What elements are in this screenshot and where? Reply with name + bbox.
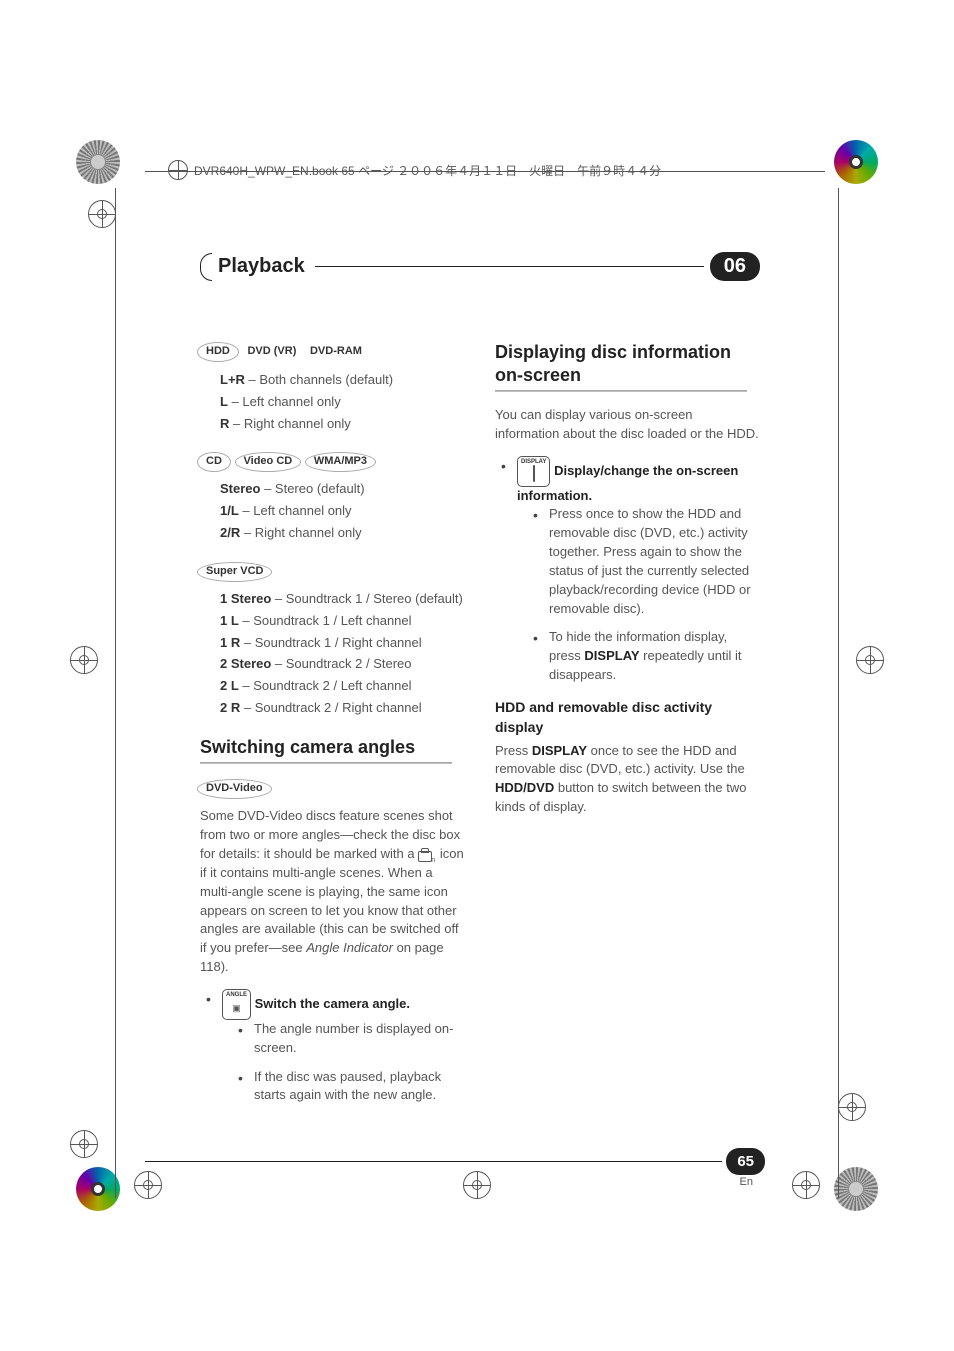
registration-mark [88,200,116,228]
chapter-number: 06 [710,252,760,281]
media-badge: DVD-RAM [308,343,364,361]
media-badge-group: CD Video CD WMA/MP3 [200,451,465,470]
disc-activity-paragraph: Press DISPLAY once to see the HDD and re… [495,742,760,817]
page-number: 65 [726,1148,765,1175]
media-badge: WMA/MP3 [308,454,373,470]
step-title: Switch the camera angle. [255,996,410,1011]
camera-glyph-icon: ▣ [232,1003,241,1013]
display-button-icon: DISPLAY [517,456,550,487]
option-list: L+R – Both channels (default) L – Left c… [200,371,465,434]
page-lang: En [740,1176,753,1188]
section-rule [200,762,452,764]
registration-mark [856,646,884,674]
printer-radial-mark [76,140,120,184]
media-badge: DVD (VR) [245,343,298,361]
media-badge: Super VCD [200,564,269,580]
printer-color-mark [834,140,878,184]
sub-bullet: To hide the information display, press D… [531,628,760,685]
step-title: Display/change the on-screen information… [517,463,738,503]
registration-mark [70,646,98,674]
right-column: Displaying disc information on-screen Yo… [495,341,760,1115]
chapter-title: Playback [212,255,315,278]
media-badge-group: HDD DVD (VR) DVD-RAM [200,341,465,361]
document-header-meta: DVR640H_WPW_EN.book 65 ページ ２００６年４月１１日 火曜… [168,160,661,180]
disc-intro: You can display various on-screen inform… [495,406,760,444]
media-badge: DVD-Video [200,781,269,797]
printer-color-mark [76,1167,120,1211]
crop-line [115,188,116,1198]
subsection-heading: HDD and removable disc activity display [495,697,760,738]
camera-angle-icon: n [418,848,436,862]
sub-bullet: If the disc was paused, playback starts … [236,1068,465,1106]
section-heading-disc-info: Displaying disc information on-screen [495,341,760,386]
printer-radial-mark [834,1167,878,1211]
step-list: DISPLAY Display/change the on-screen inf… [495,456,760,685]
page-footer: 65 En [145,1148,765,1175]
registration-mark [838,1093,866,1121]
header-meta-text: DVR640H_WPW_EN.book 65 ページ ２００６年４月１１日 火曜… [194,162,661,179]
media-badge-group: Super VCD [200,561,465,580]
sub-bullet: The angle number is displayed on-screen. [236,1020,465,1058]
section-heading-angles: Switching camera angles [200,736,465,759]
registration-mark [463,1171,491,1199]
option-list: 1 Stereo – Soundtrack 1 / Stereo (defaul… [200,590,465,718]
media-badge: CD [200,454,228,470]
media-badge-group: DVD-Video [200,778,465,797]
chapter-header: Playback 06 [200,252,760,281]
angle-button-icon: ANGLE ▣ [222,989,251,1020]
angles-paragraph: Some DVD-Video discs feature scenes shot… [200,807,465,977]
media-badge: Video CD [238,454,299,470]
media-badge: HDD [200,344,236,360]
registration-mark [134,1171,162,1199]
crop-line [838,188,839,1198]
left-column: HDD DVD (VR) DVD-RAM L+R – Both channels… [200,341,465,1115]
step-list: ANGLE ▣ Switch the camera angle. The ang… [200,989,465,1105]
registration-mark [792,1171,820,1199]
option-list: Stereo – Stereo (default) 1/L – Left cha… [200,480,465,543]
section-rule [495,390,747,392]
sub-bullet: Press once to show the HDD and removable… [531,505,760,618]
oplus-icon [168,160,188,180]
registration-mark [70,1130,98,1158]
